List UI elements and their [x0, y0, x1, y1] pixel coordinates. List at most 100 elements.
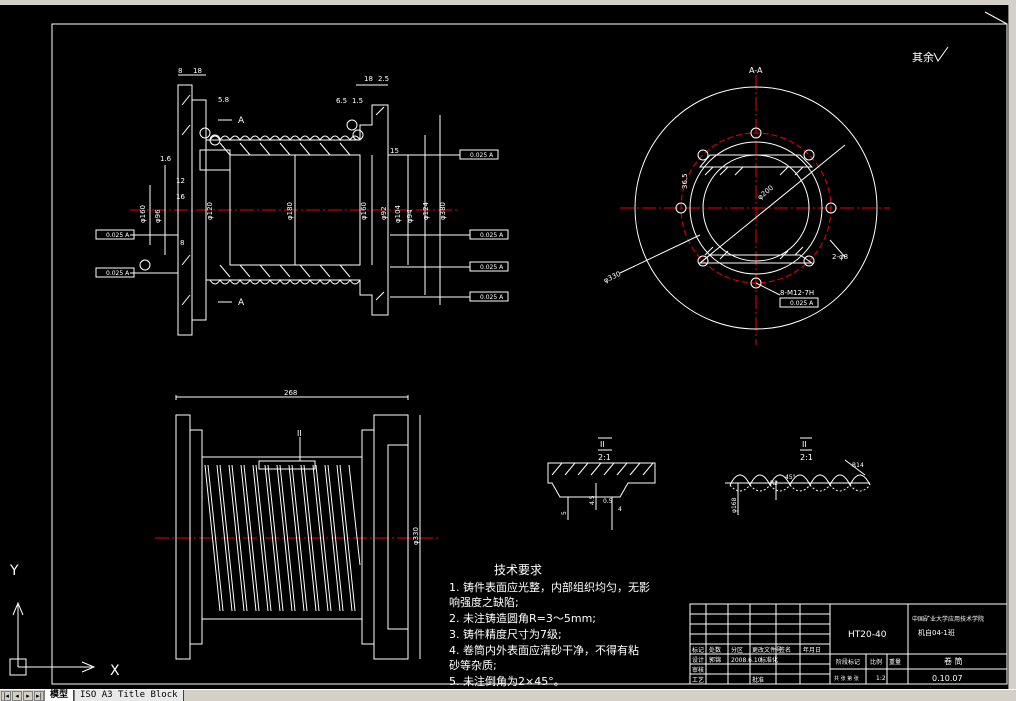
section-a-a-view — [619, 75, 890, 345]
svg-text:2-φ8: 2-φ8 — [832, 253, 848, 261]
detail-1-scale: 2:1 — [598, 453, 611, 462]
svg-text:8: 8 — [178, 67, 182, 75]
svg-text:4.5: 4.5 — [589, 495, 596, 505]
tb-part-name: 卷 筒 — [944, 656, 963, 666]
svg-text:12: 12 — [176, 177, 185, 185]
svg-text:0.5: 0.5 — [603, 498, 613, 505]
tb-drawing-no: 0.10.07 — [932, 674, 963, 683]
tech-req-title: 技术要求 — [494, 563, 542, 577]
svg-text:φ94: φ94 — [406, 209, 414, 223]
svg-text:8-M12-7H: 8-M12-7H — [780, 289, 814, 297]
svg-text:签名: 签名 — [779, 646, 791, 654]
tech-requirements: 技术要求 1. 铸件表面应光整，内部组织均匀，无影 响强度之缺陷; 2. 未注铸… — [449, 563, 650, 688]
tab-iso-a3-title-block[interactable]: ISO A3 Title Block — [74, 690, 184, 701]
svg-text:36.5: 36.5 — [681, 173, 689, 189]
detail-2-label: II — [802, 440, 807, 449]
svg-text:φ104: φ104 — [394, 204, 402, 223]
rough-note: 其余 — [912, 50, 934, 64]
tb-class: 机自04-1班 — [918, 628, 955, 637]
svg-text:φ92: φ92 — [380, 206, 388, 220]
svg-text:R2: R2 — [770, 480, 778, 487]
svg-text:2.5: 2.5 — [378, 75, 389, 83]
svg-text:5. 未注倒角为2×45°。: 5. 未注倒角为2×45°。 — [449, 674, 565, 688]
svg-text:φ120: φ120 — [206, 202, 214, 220]
svg-text:φ160: φ160 — [139, 205, 147, 223]
first-tab-button[interactable]: |◂ — [1, 690, 11, 701]
svg-text:标记: 标记 — [692, 646, 704, 654]
svg-text:审核: 审核 — [692, 666, 704, 674]
svg-text:0.025 A: 0.025 A — [480, 264, 504, 271]
svg-text:6.5: 6.5 — [336, 97, 347, 105]
svg-text:处数: 处数 — [709, 646, 721, 654]
svg-text:8: 8 — [180, 239, 184, 247]
svg-text:2. 未注铸造圆角R=3～5mm;: 2. 未注铸造圆角R=3～5mm; — [449, 611, 596, 625]
svg-text:1.6: 1.6 — [160, 155, 172, 163]
section-a-a-dims: φ330 φ200 36.5 2-φ8 8-M12-7H — [602, 173, 848, 297]
ucs-x-label: X — [110, 663, 120, 679]
last-tab-button[interactable]: ▸| — [34, 690, 44, 701]
vertical-scrollbar[interactable] — [1008, 5, 1016, 689]
svg-text:φ180: φ180 — [286, 202, 294, 220]
detail-2-dims: R14 45° φ168 R2 — [731, 462, 864, 513]
tb-weight-label: 重量 — [889, 658, 901, 666]
svg-text:15: 15 — [390, 147, 399, 155]
sectional-view — [130, 74, 470, 336]
tab-model[interactable]: 模型 — [44, 690, 75, 701]
svg-text:φ330: φ330 — [602, 270, 622, 285]
svg-text:φ124: φ124 — [422, 201, 430, 220]
svg-text:0.025 A: 0.025 A — [106, 232, 130, 239]
svg-text:4: 4 — [618, 506, 622, 513]
svg-text:共 张 第 张: 共 张 第 张 — [834, 675, 859, 682]
svg-text:0.025 A: 0.025 A — [106, 270, 130, 277]
next-tab-button[interactable]: ▸ — [23, 690, 33, 701]
svg-text:砂等杂质;: 砂等杂质; — [449, 658, 497, 672]
svg-text:0.025 A: 0.025 A — [480, 294, 504, 301]
tb-date: 2008.6.10 — [731, 657, 762, 664]
svg-text:批准: 批准 — [752, 676, 764, 684]
svg-text:18: 18 — [364, 75, 373, 83]
dim-overall-length: 268 — [284, 389, 297, 397]
svg-text:设计: 设计 — [692, 656, 704, 664]
svg-text:0.025 A: 0.025 A — [470, 152, 494, 159]
layout-tab-bar: |◂ ◂ ▸ ▸| 模型 ISO A3 Title Block — [0, 689, 1016, 701]
svg-text:φ96: φ96 — [154, 209, 162, 223]
tb-scale-label: 比例 — [870, 658, 882, 666]
svg-text:R14: R14 — [852, 462, 864, 469]
section-arrow-bottom: A — [238, 298, 245, 308]
detail-1-label: II — [600, 440, 605, 449]
svg-text:响强度之缺陷;: 响强度之缺陷; — [449, 595, 519, 609]
svg-text:φ168: φ168 — [731, 497, 738, 513]
svg-text:16: 16 — [176, 193, 185, 201]
dim-overall-dia: φ330 — [412, 527, 420, 545]
detail-view-1 — [547, 437, 656, 530]
section-a-a-label: A-A — [749, 66, 763, 75]
svg-text:1. 铸件表面应光整，内部组织均匀，无影: 1. 铸件表面应光整，内部组织均匀，无影 — [449, 580, 650, 594]
tb-scale: 1:2 — [876, 675, 886, 682]
tb-school: 中国矿业大学应用技术学院 — [912, 615, 984, 623]
detail-2-scale: 2:1 — [800, 453, 813, 462]
tb-material: HT20-40 — [848, 630, 887, 640]
prev-tab-button[interactable]: ◂ — [12, 690, 22, 701]
svg-text:1.5: 1.5 — [352, 97, 363, 105]
svg-text:0.025 A: 0.025 A — [480, 232, 504, 239]
tb-designer: 郭锦 — [709, 656, 721, 664]
svg-text:3. 铸件精度尺寸为7级;: 3. 铸件精度尺寸为7级; — [449, 627, 562, 641]
svg-text:φ160: φ160 — [360, 202, 368, 220]
svg-text:φ200: φ200 — [756, 184, 775, 202]
roughness-symbol — [933, 46, 949, 62]
svg-text:更改文件号: 更改文件号 — [752, 646, 782, 654]
svg-text:年月日: 年月日 — [803, 646, 821, 654]
detail-1-dims: 5 4.5 0.5 4 — [561, 495, 622, 515]
svg-text:分区: 分区 — [731, 646, 743, 654]
svg-text:5: 5 — [561, 511, 568, 515]
svg-text:标准化: 标准化 — [760, 656, 778, 664]
ucs-y-label: Y — [9, 563, 19, 579]
tolerance-frames: 0.025 A 0.025 A 0.025 A 0.025 A 0.025 A … — [95, 149, 819, 308]
detail-view-2 — [725, 437, 871, 515]
detail-callout-label: II — [297, 429, 302, 438]
tb-stage-label: 阶段标记 — [836, 658, 860, 666]
svg-text:4. 卷筒内外表面应清砂干净，不得有粘: 4. 卷筒内外表面应清砂干净，不得有粘 — [449, 643, 639, 657]
svg-text:5.8: 5.8 — [218, 96, 229, 104]
crop-mark — [984, 11, 1008, 25]
drawing-canvas[interactable]: 其余 A A 8 18 5.8 18 2.5 6.5 1.5 15 12 1.6… — [0, 5, 1010, 689]
